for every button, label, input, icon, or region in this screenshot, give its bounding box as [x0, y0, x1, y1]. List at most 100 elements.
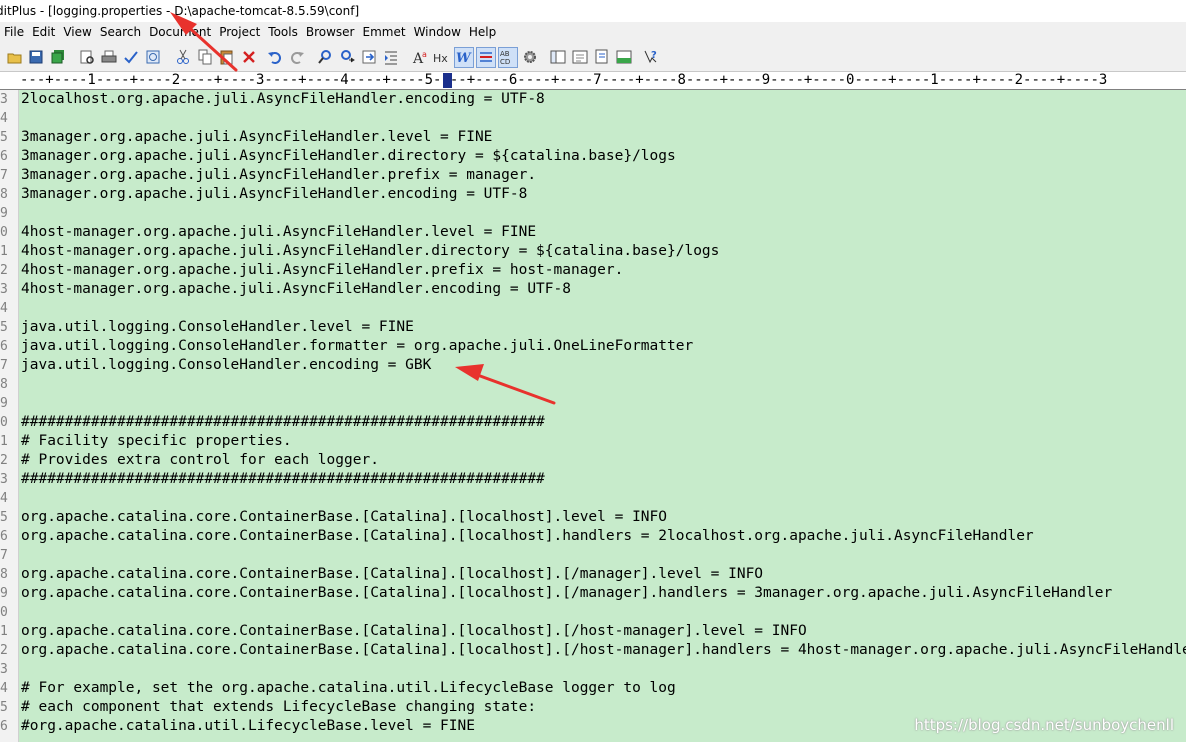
line-number-icon[interactable]: [476, 47, 496, 68]
editor-line[interactable]: [19, 660, 1186, 679]
line-number: 2: [0, 263, 8, 278]
font-icon[interactable]: Aa: [410, 47, 430, 68]
editor-line[interactable]: 3manager.org.apache.juli.AsyncFileHandle…: [19, 128, 1186, 147]
indent-icon[interactable]: [381, 47, 401, 68]
help-icon[interactable]: ?: [641, 47, 661, 68]
editor-line[interactable]: [19, 489, 1186, 508]
line-number: 9: [0, 396, 8, 411]
editor-line[interactable]: 3manager.org.apache.juli.AsyncFileHandle…: [19, 166, 1186, 185]
menu-view[interactable]: View: [59, 22, 95, 43]
editor-line[interactable]: 2localhost.org.apache.juli.AsyncFileHand…: [19, 90, 1186, 109]
editor-line[interactable]: # each component that extends LifecycleB…: [19, 698, 1186, 717]
editor-line[interactable]: org.apache.catalina.core.ContainerBase.[…: [19, 641, 1186, 660]
editor-line[interactable]: org.apache.catalina.core.ContainerBase.[…: [19, 527, 1186, 546]
line-number: 3: [0, 472, 8, 487]
svg-text:Hx: Hx: [433, 52, 448, 65]
editor-line[interactable]: [19, 546, 1186, 565]
svg-text:a: a: [422, 50, 427, 59]
editor-line[interactable]: org.apache.catalina.core.ContainerBase.[…: [19, 565, 1186, 584]
line-number: 2: [0, 643, 8, 658]
word-wrap-icon[interactable]: W: [454, 47, 474, 68]
print-preview-icon[interactable]: [77, 47, 97, 68]
line-number: 3: [0, 662, 8, 677]
editor-line[interactable]: 3manager.org.apache.juli.AsyncFileHandle…: [19, 147, 1186, 166]
find-icon[interactable]: [315, 47, 335, 68]
editor-line[interactable]: org.apache.catalina.core.ContainerBase.[…: [19, 622, 1186, 641]
save-icon[interactable]: [26, 47, 46, 68]
editor-line[interactable]: ########################################…: [19, 413, 1186, 432]
editor-line[interactable]: java.util.logging.ConsoleHandler.level =…: [19, 318, 1186, 337]
line-number: 1: [0, 434, 8, 449]
paste-icon[interactable]: [217, 47, 237, 68]
editor-line[interactable]: org.apache.catalina.core.ContainerBase.[…: [19, 584, 1186, 603]
redo-icon[interactable]: [287, 47, 307, 68]
line-number: 7: [0, 548, 8, 563]
menu-search[interactable]: Search: [96, 22, 145, 43]
editor-line[interactable]: # For example, set the org.apache.catali…: [19, 679, 1186, 698]
line-number: 3: [0, 92, 8, 107]
editor-line[interactable]: [19, 375, 1186, 394]
svg-text:W: W: [456, 51, 472, 66]
line-number: 0: [0, 225, 8, 240]
ruler-cursor-marker: [443, 73, 452, 88]
ruler-scale: ---+----1----+----2----+----3----+----4-…: [20, 72, 1108, 88]
line-number: 3: [0, 282, 8, 297]
title-bar: ditPlus - [logging.properties - D:\apach…: [0, 0, 1186, 22]
copy-icon[interactable]: [195, 47, 215, 68]
editor-line[interactable]: 4host-manager.org.apache.juli.AsyncFileH…: [19, 261, 1186, 280]
editor-line[interactable]: 4host-manager.org.apache.juli.AsyncFileH…: [19, 223, 1186, 242]
delete-icon[interactable]: [239, 47, 259, 68]
spellcheck-icon[interactable]: [121, 47, 141, 68]
editor-line[interactable]: org.apache.catalina.core.ContainerBase.[…: [19, 508, 1186, 527]
editor-line[interactable]: [19, 603, 1186, 622]
menu-tools[interactable]: Tools: [264, 22, 302, 43]
line-number: 0: [0, 415, 8, 430]
editor-line[interactable]: 3manager.org.apache.juli.AsyncFileHandle…: [19, 185, 1186, 204]
editor-line[interactable]: java.util.logging.ConsoleHandler.encodin…: [19, 356, 1186, 375]
replace-icon[interactable]: [337, 47, 357, 68]
menu-emmet[interactable]: Emmet: [359, 22, 410, 43]
browser-icon[interactable]: [143, 47, 163, 68]
editor-line[interactable]: java.util.logging.ConsoleHandler.formatt…: [19, 337, 1186, 356]
dir-icon[interactable]: [570, 47, 590, 68]
menu-window[interactable]: Window: [410, 22, 465, 43]
line-number: 5: [0, 130, 8, 145]
menu-help[interactable]: Help: [465, 22, 500, 43]
editor-line[interactable]: [19, 394, 1186, 413]
menu-project[interactable]: Project: [215, 22, 264, 43]
menu-file[interactable]: File: [0, 22, 28, 43]
hex-icon[interactable]: Hx: [432, 47, 452, 68]
menu-edit[interactable]: Edit: [28, 22, 59, 43]
menu-document[interactable]: Document: [145, 22, 215, 43]
line-number: 4: [0, 681, 8, 696]
undo-icon[interactable]: [265, 47, 285, 68]
editor-line[interactable]: # Facility specific properties.: [19, 432, 1186, 451]
line-number: 9: [0, 586, 8, 601]
text-editor[interactable]: 2localhost.org.apache.juli.AsyncFileHand…: [19, 90, 1186, 742]
document-list-icon[interactable]: [592, 47, 612, 68]
print-icon[interactable]: [99, 47, 119, 68]
save-all-icon[interactable]: [48, 47, 68, 68]
clip-icon[interactable]: [548, 47, 568, 68]
line-number: 2: [0, 453, 8, 468]
output-icon[interactable]: [614, 47, 634, 68]
ruler-icon[interactable]: AB CD: [498, 47, 518, 68]
editor-line[interactable]: [19, 109, 1186, 128]
line-number: 6: [0, 339, 8, 354]
line-number: 1: [0, 624, 8, 639]
editor-line[interactable]: 4host-manager.org.apache.juli.AsyncFileH…: [19, 242, 1186, 261]
open-icon[interactable]: [5, 47, 25, 68]
line-number: 4: [0, 111, 8, 126]
editor-line[interactable]: # Provides extra control for each logger…: [19, 451, 1186, 470]
editor-line[interactable]: [19, 204, 1186, 223]
cut-icon[interactable]: [173, 47, 193, 68]
editor-line[interactable]: [19, 299, 1186, 318]
editor-line[interactable]: 4host-manager.org.apache.juli.AsyncFileH…: [19, 280, 1186, 299]
line-number: 6: [0, 719, 8, 734]
goto-icon[interactable]: [359, 47, 379, 68]
editor-line[interactable]: ########################################…: [19, 470, 1186, 489]
window-title: ditPlus - [logging.properties - D:\apach…: [0, 4, 360, 18]
menu-browser[interactable]: Browser: [302, 22, 359, 43]
line-number: 7: [0, 358, 8, 373]
settings-icon[interactable]: [520, 47, 540, 68]
